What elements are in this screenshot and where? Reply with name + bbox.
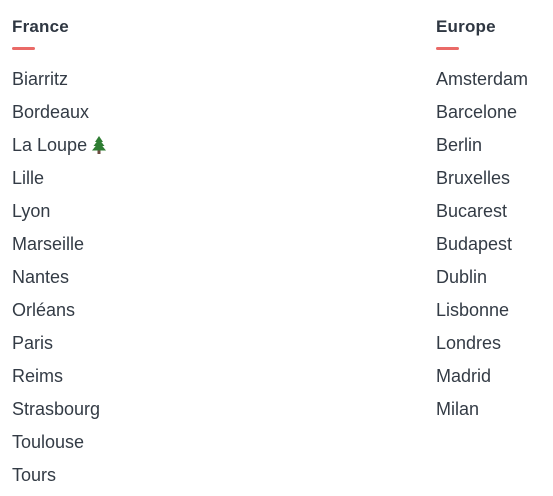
city-link-lille[interactable]: Lille xyxy=(12,162,312,195)
city-list-item: Barcelone xyxy=(436,96,553,129)
city-label: Paris xyxy=(12,333,54,353)
city-list-item: Orléans xyxy=(12,294,312,327)
city-label: Toulouse xyxy=(12,432,85,452)
city-link-bucarest[interactable]: Bucarest xyxy=(436,195,553,228)
city-label: Amsterdam xyxy=(436,69,529,89)
city-link-strasbourg[interactable]: Strasbourg xyxy=(12,393,312,426)
city-label: Bruxelles xyxy=(436,168,511,188)
city-link-toulouse[interactable]: Toulouse xyxy=(12,426,312,459)
city-link-reims[interactable]: Reims xyxy=(12,360,312,393)
city-label: Madrid xyxy=(436,366,492,386)
city-list-item: Strasbourg xyxy=(12,393,312,426)
city-link-nantes[interactable]: Nantes xyxy=(12,261,312,294)
city-list-item: Nantes xyxy=(12,261,312,294)
city-label: Dublin xyxy=(436,267,488,287)
city-list-item: Dublin xyxy=(436,261,553,294)
europe-column: Europe Amsterdam Barcelone Berlin Bruxelles… xyxy=(436,16,553,426)
city-label: Londres xyxy=(436,333,502,353)
europe-heading-underline xyxy=(436,47,459,50)
city-label: Reims xyxy=(12,366,64,386)
city-list-item: Budapest xyxy=(436,228,553,261)
city-list-item: Bucarest xyxy=(436,195,553,228)
city-list-item: Lisbonne xyxy=(436,294,553,327)
city-label: Milan xyxy=(436,399,480,419)
city-label: Nantes xyxy=(12,267,70,287)
city-label: Budapest xyxy=(436,234,513,254)
city-label: La Loupe xyxy=(12,135,88,155)
city-link-budapest[interactable]: Budapest xyxy=(436,228,553,261)
city-list-item: Reims xyxy=(12,360,312,393)
city-list-item: La Loupe xyxy=(12,129,312,162)
france-heading-underline xyxy=(12,47,35,50)
city-list-item: Toulouse xyxy=(12,426,312,459)
city-link-lyon[interactable]: Lyon xyxy=(12,195,312,228)
city-link-marseille[interactable]: Marseille xyxy=(12,228,312,261)
city-list-item: Madrid xyxy=(436,360,553,393)
city-list-item: Amsterdam xyxy=(436,63,553,96)
city-list-item: Lille xyxy=(12,162,312,195)
city-label: Barcelone xyxy=(436,102,518,122)
city-list-item: Biarritz xyxy=(12,63,312,96)
city-list-item: Milan xyxy=(436,393,553,426)
city-link-biarritz[interactable]: Biarritz xyxy=(12,63,312,96)
city-list-item: Paris xyxy=(12,327,312,360)
city-link-dublin[interactable]: Dublin xyxy=(436,261,553,294)
city-link-la-loupe[interactable]: La Loupe xyxy=(12,129,312,162)
city-link-barcelone[interactable]: Barcelone xyxy=(436,96,553,129)
city-link-bruxelles[interactable]: Bruxelles xyxy=(436,162,553,195)
city-list-item: Lyon xyxy=(12,195,312,228)
city-list-item: Bruxelles xyxy=(436,162,553,195)
city-link-milan[interactable]: Milan xyxy=(436,393,553,426)
pine-tree-icon xyxy=(92,136,107,154)
city-list-item: Londres xyxy=(436,327,553,360)
city-link-londres[interactable]: Londres xyxy=(436,327,553,360)
city-link-paris[interactable]: Paris xyxy=(12,327,312,360)
city-link-amsterdam[interactable]: Amsterdam xyxy=(436,63,553,96)
city-list-item: Berlin xyxy=(436,129,553,162)
city-label: Bordeaux xyxy=(12,102,90,122)
city-label: Berlin xyxy=(436,135,483,155)
city-label: Bucarest xyxy=(436,201,508,221)
city-list-item: Tours xyxy=(12,459,312,492)
europe-heading: Europe xyxy=(436,17,496,36)
city-label: Lisbonne xyxy=(436,300,510,320)
city-label: Marseille xyxy=(12,234,85,254)
city-label: Tours xyxy=(12,465,57,485)
city-link-tours[interactable]: Tours xyxy=(12,459,312,492)
france-heading: France xyxy=(12,17,69,36)
city-link-bordeaux[interactable]: Bordeaux xyxy=(12,96,312,129)
city-label: Lille xyxy=(12,168,45,188)
france-city-list: Biarritz Bordeaux La Loupe Lille Lyon Marseil… xyxy=(12,63,312,492)
city-link-berlin[interactable]: Berlin xyxy=(436,129,553,162)
city-list-item: Marseille xyxy=(12,228,312,261)
city-label: Biarritz xyxy=(12,69,69,89)
city-label: Strasbourg xyxy=(12,399,101,419)
city-link-orleans[interactable]: Orléans xyxy=(12,294,312,327)
city-list-item: Bordeaux xyxy=(12,96,312,129)
city-label: Orléans xyxy=(12,300,76,320)
france-column: France Biarritz Bordeaux La Loupe Lille Lyon… xyxy=(12,16,312,492)
city-label: Lyon xyxy=(12,201,51,221)
europe-city-list: Amsterdam Barcelone Berlin Bruxelles Bucares… xyxy=(436,63,553,426)
city-link-madrid[interactable]: Madrid xyxy=(436,360,553,393)
city-link-lisbonne[interactable]: Lisbonne xyxy=(436,294,553,327)
